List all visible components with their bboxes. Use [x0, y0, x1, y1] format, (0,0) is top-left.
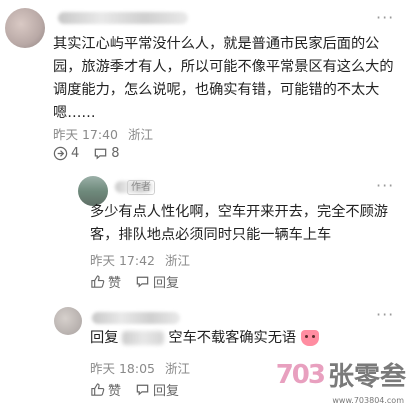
comment-meta: 昨天 18:05 浙江	[90, 358, 196, 377]
author-badge: 作者	[127, 180, 155, 195]
comment-actions: 赞 回复	[90, 380, 193, 399]
comment-meta: 昨天 17:42 浙江	[90, 250, 196, 269]
comment-text: 其实江心屿平常没什么人，就是普通市民家后面的公园，旅游季才有人，所以可能不像平常…	[53, 36, 394, 121]
more-options-button[interactable]: ···	[376, 176, 394, 195]
comment-icon	[95, 148, 107, 160]
comment-meta: 昨天 17:40 浙江	[53, 124, 159, 143]
comment-location: 浙江	[127, 127, 153, 142]
comment-location: 浙江	[164, 253, 190, 268]
comment-actions: 4 8	[53, 146, 134, 161]
reply-label: 回复	[153, 276, 180, 291]
share-icon	[53, 146, 68, 161]
reply-count-button[interactable]: 8	[93, 146, 120, 161]
reply-count: 8	[111, 146, 120, 161]
angry-face-emoji-icon	[300, 330, 319, 346]
watermark-logo: 703	[275, 359, 326, 390]
watermark: 703 张零叁	[276, 356, 406, 393]
comment-text: 回复 空车不载客确实无语	[90, 327, 400, 350]
comment-actions: 赞 回复	[90, 272, 193, 291]
comment-location: 浙江	[164, 361, 190, 376]
avatar[interactable]	[5, 8, 45, 48]
comment-time: 昨天 17:40	[53, 127, 118, 142]
comment-icon	[136, 384, 149, 396]
reply-button[interactable]: 回复	[135, 272, 179, 291]
reply-button[interactable]: 回复	[135, 380, 179, 399]
thumbs-up-icon	[91, 275, 105, 288]
username-blurred[interactable]	[58, 12, 188, 24]
comment-time: 昨天 18:05	[90, 361, 155, 376]
watermark-name: 张零叁	[327, 362, 406, 392]
comment-text: 多少有点人性化啊，空车开来开去，完全不顾游客，排队地点必须同时只能一辆车上车	[90, 204, 388, 243]
share-count: 4	[71, 146, 80, 161]
share-button[interactable]: 4	[53, 146, 79, 161]
comment-time: 昨天 17:42	[90, 253, 155, 268]
thumbs-up-icon	[91, 383, 105, 396]
username-blurred[interactable]	[92, 312, 180, 324]
like-label: 赞	[108, 384, 122, 399]
reply-label: 回复	[153, 384, 180, 399]
avatar[interactable]	[54, 307, 82, 335]
reply-text: 空车不载客确实无语	[168, 330, 297, 346]
reply-prefix: 回复	[90, 330, 119, 346]
like-button[interactable]: 赞	[90, 380, 121, 399]
like-label: 赞	[108, 276, 122, 291]
watermark-url: www.703804.com	[332, 396, 404, 405]
like-button[interactable]: 赞	[90, 272, 121, 291]
more-options-button[interactable]: ···	[376, 8, 394, 27]
comment-icon	[136, 276, 149, 288]
more-options-button[interactable]: ···	[376, 305, 394, 324]
mentioned-user-blurred[interactable]	[122, 331, 165, 345]
